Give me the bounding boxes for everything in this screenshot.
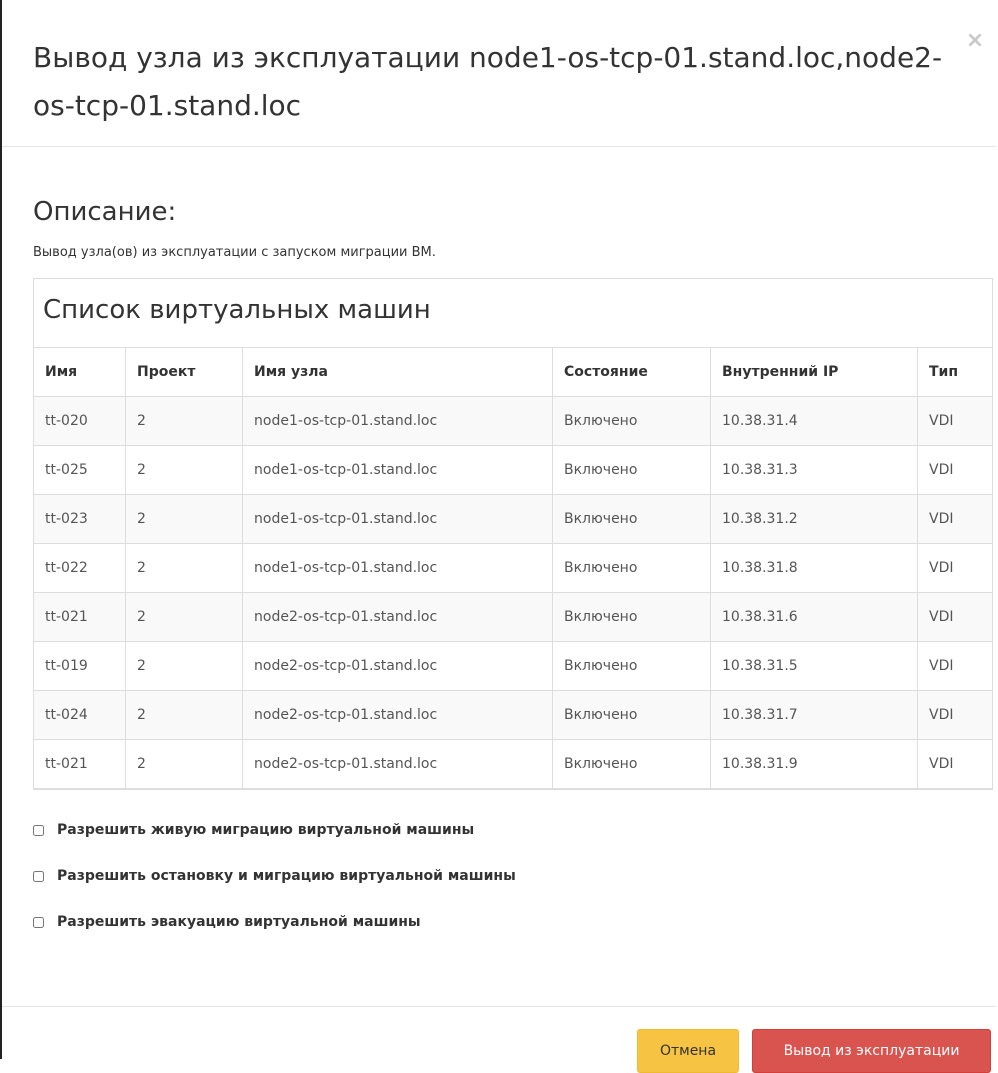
cell-project: 2 — [125, 690, 243, 740]
modal-header: Вывод узла из эксплуатации node1-os-tcp-… — [2, 0, 996, 147]
vm-table: Имя Проект Имя узла Состояние Внутренний… — [33, 347, 993, 789]
cell-project: 2 — [125, 739, 243, 789]
table-row: tt-024 2 node2-os-tcp-01.stand.loc Включено… — [33, 690, 993, 740]
cell-node-name: node1-os-tcp-01.stand.loc — [242, 494, 553, 544]
cell-project: 2 — [125, 592, 243, 642]
vm-list-title: Список виртуальных машин — [43, 295, 431, 325]
description-heading: Описание: — [33, 197, 177, 227]
table-row: tt-021 2 node2-os-tcp-01.stand.loc Включено… — [33, 739, 993, 789]
cell-name: tt-025 — [33, 445, 126, 495]
column-header-project: Проект — [125, 347, 243, 397]
cell-state: Включено — [552, 494, 711, 544]
table-row: tt-019 2 node2-os-tcp-01.stand.loc Включено… — [33, 641, 993, 691]
cell-node-name: node2-os-tcp-01.stand.loc — [242, 739, 553, 789]
allow-live-migration-label: Разрешить живую миграцию виртуальной маш… — [57, 822, 475, 838]
table-row: tt-023 2 node1-os-tcp-01.stand.loc Включено… — [33, 494, 993, 544]
cell-name: tt-021 — [33, 739, 126, 789]
table-row: tt-022 2 node1-os-tcp-01.stand.loc Включено… — [33, 543, 993, 593]
table-row: tt-025 2 node1-os-tcp-01.stand.loc Включено… — [33, 445, 993, 495]
cell-type: VDI — [917, 739, 993, 789]
cell-type: VDI — [917, 494, 993, 544]
cell-project: 2 — [125, 494, 243, 544]
allow-evacuation-label: Разрешить эвакуацию виртуальной машины — [57, 914, 421, 930]
allow-stop-and-migrate-option[interactable]: Разрешить остановку и миграцию виртуальн… — [33, 866, 516, 886]
column-header-state: Состояние — [552, 347, 711, 397]
vm-list-panel: Список виртуальных машин Имя Проект Имя … — [33, 278, 993, 790]
cell-type: VDI — [917, 396, 993, 446]
cell-type: VDI — [917, 592, 993, 642]
cell-name: tt-022 — [33, 543, 126, 593]
cell-name: tt-019 — [33, 641, 126, 691]
table-row: tt-020 2 node1-os-tcp-01.stand.loc Включено… — [33, 396, 993, 446]
allow-stop-and-migrate-checkbox[interactable] — [33, 870, 44, 882]
allow-live-migration-option[interactable]: Разрешить живую миграцию виртуальной маш… — [33, 820, 474, 840]
cell-type: VDI — [917, 690, 993, 740]
cell-internal-ip: 10.38.31.6 — [710, 592, 918, 642]
description-text: Вывод узла(ов) из эксплуатации с запуско… — [33, 245, 436, 260]
column-header-node-name: Имя узла — [242, 347, 553, 397]
allow-stop-and-migrate-label: Разрешить остановку и миграцию виртуальн… — [57, 868, 516, 884]
cell-state: Включено — [552, 641, 711, 691]
cell-state: Включено — [552, 543, 711, 593]
cell-name: tt-021 — [33, 592, 126, 642]
cell-state: Включено — [552, 396, 711, 446]
cancel-button[interactable]: Отмена — [637, 1029, 739, 1073]
cell-internal-ip: 10.38.31.9 — [710, 739, 918, 789]
close-icon[interactable]: × — [964, 30, 986, 52]
cell-type: VDI — [917, 543, 993, 593]
cell-name: tt-023 — [33, 494, 126, 544]
column-header-name: Имя — [33, 347, 126, 397]
cell-project: 2 — [125, 543, 243, 593]
cell-project: 2 — [125, 445, 243, 495]
decommission-modal: Вывод узла из эксплуатации node1-os-tcp-… — [0, 0, 996, 1059]
cell-node-name: node1-os-tcp-01.stand.loc — [242, 396, 553, 446]
cell-node-name: node2-os-tcp-01.stand.loc — [242, 592, 553, 642]
column-header-type: Тип — [917, 347, 993, 397]
cell-type: VDI — [917, 445, 993, 495]
cell-project: 2 — [125, 641, 243, 691]
cell-name: tt-020 — [33, 396, 126, 446]
cell-internal-ip: 10.38.31.3 — [710, 445, 918, 495]
cell-node-name: node1-os-tcp-01.stand.loc — [242, 543, 553, 593]
cell-name: tt-024 — [33, 690, 126, 740]
table-header-row: Имя Проект Имя узла Состояние Внутренний… — [33, 347, 993, 397]
cell-internal-ip: 10.38.31.4 — [710, 396, 918, 446]
allow-evacuation-checkbox[interactable] — [33, 916, 44, 928]
cell-state: Включено — [552, 445, 711, 495]
cell-internal-ip: 10.38.31.7 — [710, 690, 918, 740]
cell-type: VDI — [917, 641, 993, 691]
cell-node-name: node1-os-tcp-01.stand.loc — [242, 445, 553, 495]
decommission-button[interactable]: Вывод из эксплуатации — [752, 1029, 991, 1073]
column-header-internal-ip: Внутренний IP — [710, 347, 918, 397]
cell-state: Включено — [552, 739, 711, 789]
cell-project: 2 — [125, 396, 243, 446]
cell-internal-ip: 10.38.31.8 — [710, 543, 918, 593]
cell-node-name: node2-os-tcp-01.stand.loc — [242, 690, 553, 740]
modal-title: Вывод узла из эксплуатации node1-os-tcp-… — [33, 41, 943, 122]
cell-internal-ip: 10.38.31.5 — [710, 641, 918, 691]
cell-node-name: node2-os-tcp-01.stand.loc — [242, 641, 553, 691]
cell-internal-ip: 10.38.31.2 — [710, 494, 918, 544]
allow-evacuation-option[interactable]: Разрешить эвакуацию виртуальной машины — [33, 912, 421, 932]
allow-live-migration-checkbox[interactable] — [33, 824, 44, 836]
cell-state: Включено — [552, 592, 711, 642]
cell-state: Включено — [552, 690, 711, 740]
table-row: tt-021 2 node2-os-tcp-01.stand.loc Включено… — [33, 592, 993, 642]
